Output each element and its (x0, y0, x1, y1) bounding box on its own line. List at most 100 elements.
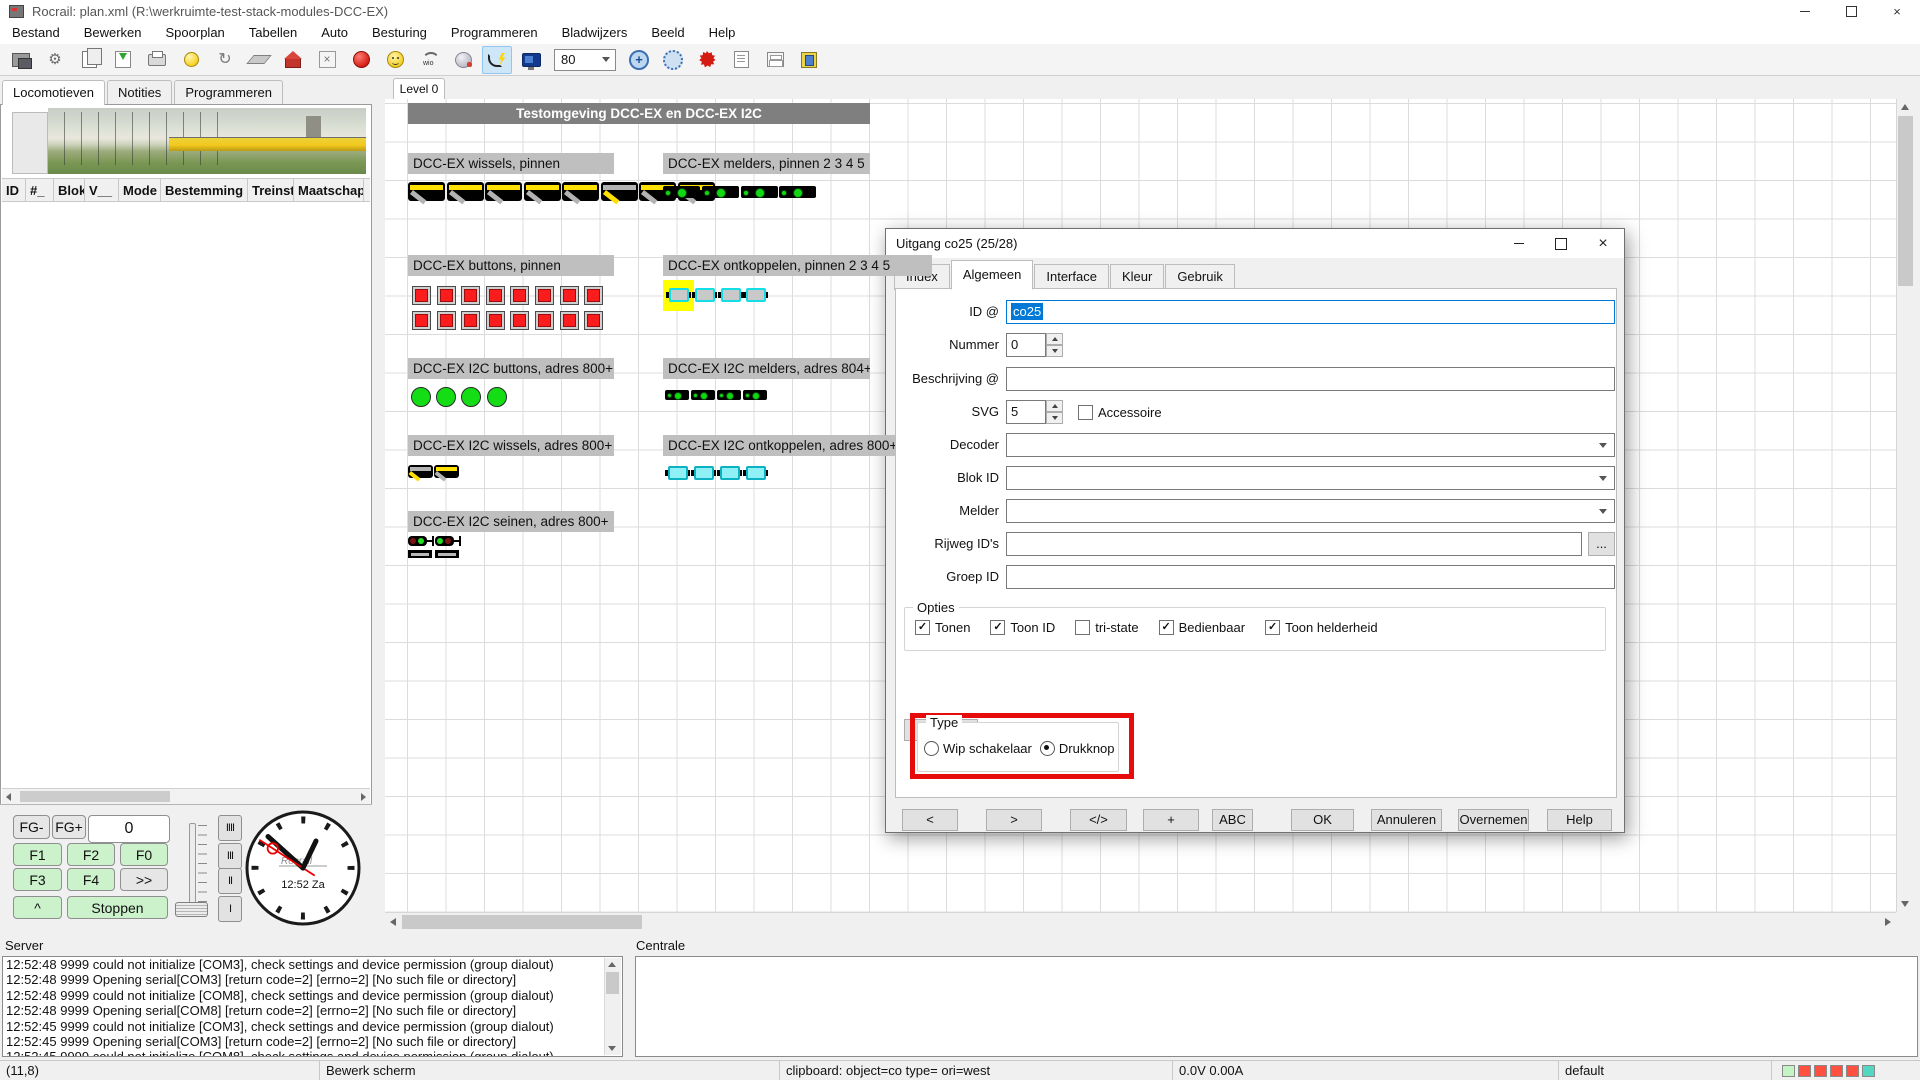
checkbox-tri-state[interactable]: tri-state (1075, 620, 1138, 635)
decoupler-symbol[interactable] (743, 288, 768, 302)
checkbox-toon-id[interactable]: ✓Toon ID (990, 620, 1055, 635)
menu-item-help[interactable]: Help (697, 22, 748, 44)
tab-notities[interactable]: Notities (107, 80, 172, 104)
scrollbar-thumb[interactable] (402, 915, 642, 929)
dialog-tab-kleur[interactable]: Kleur (1110, 264, 1164, 290)
rijweg-browse-button[interactable]: ... (1588, 532, 1615, 556)
smiley-icon[interactable] (380, 46, 410, 74)
pushbutton-symbol[interactable] (486, 311, 505, 330)
accessoire-checkbox[interactable]: Accessoire (1078, 405, 1162, 420)
server-log-scrollbar[interactable] (604, 958, 621, 1055)
pushbutton-symbol[interactable] (560, 286, 579, 305)
stop-icon[interactable] (346, 46, 376, 74)
menu-item-bladwijzers[interactable]: Bladwijzers (550, 22, 640, 44)
nav-button-prev[interactable]: < (902, 809, 958, 831)
switch-symbol[interactable] (485, 182, 522, 201)
switch-symbol[interactable] (562, 182, 599, 201)
i2c-sensor-symbol[interactable] (691, 390, 715, 400)
pushbutton-symbol[interactable] (412, 311, 431, 330)
plan-hscrollbar[interactable] (385, 912, 1896, 932)
i2c-decoupler-symbol[interactable] (691, 466, 716, 480)
maximize-icon[interactable] (1828, 0, 1874, 22)
nav-button-add[interactable]: + (1143, 809, 1199, 831)
i2c-sensor-symbol[interactable] (743, 390, 767, 400)
switch-symbol[interactable] (447, 182, 484, 201)
i2c-decoupler-symbol[interactable] (743, 466, 768, 480)
switch-symbol[interactable] (601, 182, 638, 201)
server-log[interactable]: 12:52:48 9999 could not initialize [COM3… (2, 956, 623, 1057)
groep-id-input[interactable] (1006, 565, 1615, 589)
i2c-button-symbol[interactable] (411, 387, 431, 407)
dialog-tab-algemeen[interactable]: Algemeen (951, 260, 1034, 290)
zoom-level-select[interactable]: 80 (554, 49, 616, 71)
copy-icon[interactable] (74, 46, 104, 74)
tab-locomotieven[interactable]: Locomotieven (2, 80, 105, 105)
i2c-sensor-symbol[interactable] (665, 390, 689, 400)
menu-item-spoorplan[interactable]: Spoorplan (154, 22, 237, 44)
beschrijving-input[interactable] (1006, 367, 1615, 391)
id-input[interactable]: co25 (1006, 300, 1615, 324)
lamp-icon[interactable] (176, 46, 206, 74)
pushbutton-symbol[interactable] (510, 286, 529, 305)
throttle-slider-track[interactable] (189, 823, 196, 913)
menu-item-beeld[interactable]: Beeld (639, 22, 696, 44)
alert-icon[interactable] (692, 46, 722, 74)
sensor-symbol[interactable] (779, 186, 816, 198)
reload-icon[interactable]: ↻ (210, 46, 240, 74)
pushbutton-symbol[interactable] (584, 286, 603, 305)
nummer-spinner[interactable] (1046, 333, 1063, 357)
book-icon[interactable] (794, 46, 824, 74)
dialog-minimize-icon[interactable] (1498, 229, 1540, 258)
decoder-select[interactable] (1006, 433, 1615, 457)
button-annuleren[interactable]: Annuleren (1371, 809, 1442, 831)
switch-symbol[interactable] (524, 182, 561, 201)
scroll-right-icon[interactable] (361, 793, 366, 801)
menu-item-auto[interactable]: Auto (309, 22, 360, 44)
scroll-down-icon[interactable] (1901, 901, 1909, 907)
pushbutton-symbol[interactable] (412, 286, 431, 305)
column-header-v[interactable]: V__ (85, 179, 119, 201)
fast-forward-button[interactable]: >> (120, 868, 168, 891)
save-icon[interactable] (108, 46, 138, 74)
dialog-close-icon[interactable]: × (1582, 229, 1624, 258)
pushbutton-symbol[interactable] (535, 311, 554, 330)
scrollbar-thumb[interactable] (606, 972, 619, 994)
scroll-right-icon[interactable] (1885, 918, 1891, 926)
button-help[interactable]: Help (1547, 809, 1612, 831)
dialog-tab-gebruik[interactable]: Gebruik (1165, 264, 1235, 290)
f3-button[interactable]: F3 (13, 868, 62, 891)
dialog-tab-interface[interactable]: Interface (1034, 264, 1109, 290)
blok-id-select[interactable] (1006, 466, 1615, 490)
dialog-maximize-icon[interactable] (1540, 229, 1582, 258)
i2c-sensor-symbol[interactable] (717, 390, 741, 400)
world-icon[interactable] (448, 46, 478, 74)
openplan-icon[interactable] (6, 46, 36, 74)
pushbutton-symbol[interactable] (437, 311, 456, 330)
fg-plus-button[interactable]: FG+ (52, 815, 86, 839)
scroll-down-icon[interactable] (608, 1046, 616, 1051)
i2c-switch-symbol[interactable] (408, 465, 433, 478)
column-header-[interactable]: #_ (26, 179, 54, 201)
menu-item-tabellen[interactable]: Tabellen (237, 22, 309, 44)
svg-input[interactable]: 5 (1006, 400, 1046, 424)
home-icon[interactable] (278, 46, 308, 74)
column-header-treinstel[interactable]: Treinstel (248, 179, 294, 201)
decoupler-symbol[interactable] (692, 288, 717, 302)
scrollbar-thumb[interactable] (20, 791, 170, 802)
f4-button[interactable]: F4 (67, 868, 115, 891)
track-icon[interactable] (482, 46, 512, 74)
decoupler-symbol-selected[interactable] (666, 288, 691, 302)
steps-button-ii[interactable]: II (218, 868, 242, 894)
close-icon[interactable]: × (1874, 0, 1920, 22)
checkbox-bedienbaar[interactable]: ✓Bedienbaar (1159, 620, 1246, 635)
f2-button[interactable]: F2 (67, 843, 115, 866)
pushbutton-symbol[interactable] (535, 286, 554, 305)
sensor-symbol[interactable] (663, 186, 700, 198)
edit-icon[interactable] (244, 46, 274, 74)
menu-item-programmeren[interactable]: Programmeren (439, 22, 550, 44)
scrollbar-thumb[interactable] (1898, 116, 1913, 286)
tab-programmeren[interactable]: Programmeren (174, 80, 283, 104)
gears-icon[interactable]: ⚙ (40, 46, 70, 74)
notes-icon[interactable] (726, 46, 756, 74)
scroll-up-icon[interactable] (1901, 104, 1909, 110)
